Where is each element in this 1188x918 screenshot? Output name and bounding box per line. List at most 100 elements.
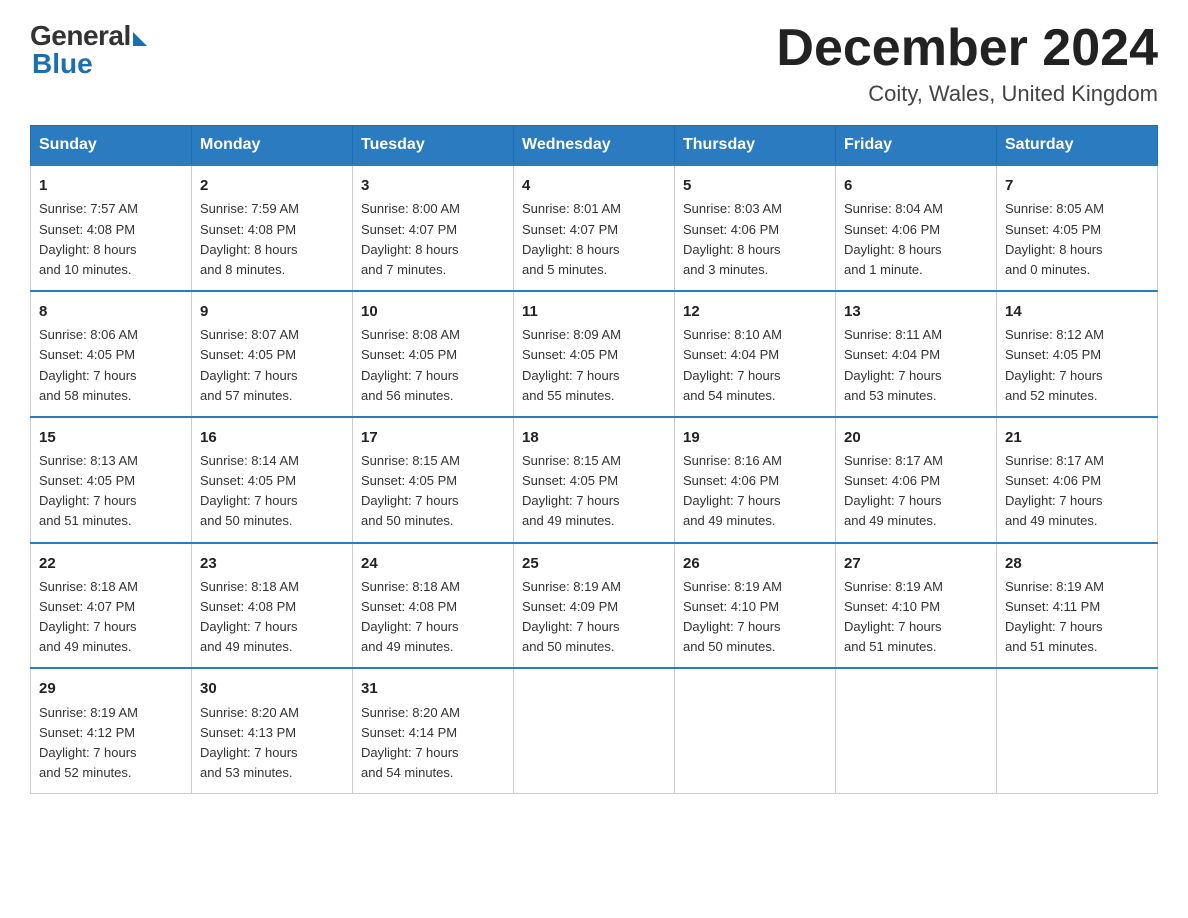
day-number: 9 [200, 300, 344, 323]
calendar-cell: 28Sunrise: 8:19 AMSunset: 4:11 PMDayligh… [997, 543, 1158, 669]
day-number: 13 [844, 300, 988, 323]
day-number: 7 [1005, 174, 1149, 197]
calendar-cell: 13Sunrise: 8:11 AMSunset: 4:04 PMDayligh… [836, 291, 997, 417]
day-info: Sunrise: 8:19 AMSunset: 4:11 PMDaylight:… [1005, 577, 1149, 658]
day-number: 23 [200, 552, 344, 575]
calendar-table: SundayMondayTuesdayWednesdayThursdayFrid… [30, 125, 1158, 794]
calendar-cell: 12Sunrise: 8:10 AMSunset: 4:04 PMDayligh… [675, 291, 836, 417]
day-number: 18 [522, 426, 666, 449]
calendar-cell [514, 668, 675, 793]
calendar-week-1: 1Sunrise: 7:57 AMSunset: 4:08 PMDaylight… [31, 165, 1158, 291]
day-number: 22 [39, 552, 183, 575]
header-cell-tuesday: Tuesday [353, 126, 514, 166]
calendar-cell: 23Sunrise: 8:18 AMSunset: 4:08 PMDayligh… [192, 543, 353, 669]
calendar-cell [675, 668, 836, 793]
day-number: 19 [683, 426, 827, 449]
calendar-cell: 7Sunrise: 8:05 AMSunset: 4:05 PMDaylight… [997, 165, 1158, 291]
day-info: Sunrise: 8:15 AMSunset: 4:05 PMDaylight:… [522, 451, 666, 532]
day-number: 15 [39, 426, 183, 449]
header-cell-wednesday: Wednesday [514, 126, 675, 166]
day-number: 4 [522, 174, 666, 197]
day-info: Sunrise: 8:18 AMSunset: 4:08 PMDaylight:… [361, 577, 505, 658]
calendar-cell: 29 Sunrise: 8:19 AMSunset: 4:12 PMDayligh… [31, 668, 192, 793]
page-header: General Blue December 2024 Coity, Wales,… [30, 20, 1158, 107]
day-number: 8 [39, 300, 183, 323]
month-title: December 2024 [776, 20, 1158, 77]
day-number: 27 [844, 552, 988, 575]
day-number: 31 [361, 677, 505, 700]
day-number: 6 [844, 174, 988, 197]
calendar-cell: 1Sunrise: 7:57 AMSunset: 4:08 PMDaylight… [31, 165, 192, 291]
calendar-cell: 31 Sunrise: 8:20 AMSunset: 4:14 PMDayligh… [353, 668, 514, 793]
day-number: 25 [522, 552, 666, 575]
header-cell-friday: Friday [836, 126, 997, 166]
day-info: Sunrise: 8:03 AMSunset: 4:06 PMDaylight:… [683, 199, 827, 280]
calendar-cell: 15Sunrise: 8:13 AMSunset: 4:05 PMDayligh… [31, 417, 192, 543]
day-info: Sunrise: 8:10 AMSunset: 4:04 PMDaylight:… [683, 325, 827, 406]
day-info: Sunrise: 8:08 AMSunset: 4:05 PMDaylight:… [361, 325, 505, 406]
day-number: 12 [683, 300, 827, 323]
calendar-cell: 25Sunrise: 8:19 AMSunset: 4:09 PMDayligh… [514, 543, 675, 669]
calendar-week-2: 8Sunrise: 8:06 AMSunset: 4:05 PMDaylight… [31, 291, 1158, 417]
calendar-cell: 4Sunrise: 8:01 AMSunset: 4:07 PMDaylight… [514, 165, 675, 291]
day-number: 28 [1005, 552, 1149, 575]
day-info: Sunrise: 8:19 AMSunset: 4:10 PMDaylight:… [683, 577, 827, 658]
day-info: Sunrise: 8:19 AMSunset: 4:12 PMDaylight:… [39, 703, 183, 784]
calendar-cell: 8Sunrise: 8:06 AMSunset: 4:05 PMDaylight… [31, 291, 192, 417]
day-info: Sunrise: 8:20 AMSunset: 4:14 PMDaylight:… [361, 703, 505, 784]
day-number: 3 [361, 174, 505, 197]
calendar-body: 1Sunrise: 7:57 AMSunset: 4:08 PMDaylight… [31, 165, 1158, 794]
calendar-cell: 24Sunrise: 8:18 AMSunset: 4:08 PMDayligh… [353, 543, 514, 669]
day-info: Sunrise: 8:18 AMSunset: 4:07 PMDaylight:… [39, 577, 183, 658]
day-number: 21 [1005, 426, 1149, 449]
day-number: 14 [1005, 300, 1149, 323]
day-info: Sunrise: 8:01 AMSunset: 4:07 PMDaylight:… [522, 199, 666, 280]
calendar-cell [836, 668, 997, 793]
day-info: Sunrise: 8:20 AMSunset: 4:13 PMDaylight:… [200, 703, 344, 784]
calendar-cell: 2Sunrise: 7:59 AMSunset: 4:08 PMDaylight… [192, 165, 353, 291]
header-cell-thursday: Thursday [675, 126, 836, 166]
day-info: Sunrise: 8:19 AMSunset: 4:09 PMDaylight:… [522, 577, 666, 658]
day-number: 2 [200, 174, 344, 197]
header-row: SundayMondayTuesdayWednesdayThursdayFrid… [31, 126, 1158, 166]
calendar-cell [997, 668, 1158, 793]
calendar-week-3: 15Sunrise: 8:13 AMSunset: 4:05 PMDayligh… [31, 417, 1158, 543]
calendar-cell: 10Sunrise: 8:08 AMSunset: 4:05 PMDayligh… [353, 291, 514, 417]
day-info: Sunrise: 8:15 AMSunset: 4:05 PMDaylight:… [361, 451, 505, 532]
day-number: 1 [39, 174, 183, 197]
day-number: 30 [200, 677, 344, 700]
calendar-cell: 3Sunrise: 8:00 AMSunset: 4:07 PMDaylight… [353, 165, 514, 291]
day-info: Sunrise: 8:04 AMSunset: 4:06 PMDaylight:… [844, 199, 988, 280]
day-info: Sunrise: 7:59 AMSunset: 4:08 PMDaylight:… [200, 199, 344, 280]
day-info: Sunrise: 8:17 AMSunset: 4:06 PMDaylight:… [844, 451, 988, 532]
calendar-cell: 6Sunrise: 8:04 AMSunset: 4:06 PMDaylight… [836, 165, 997, 291]
calendar-cell: 30 Sunrise: 8:20 AMSunset: 4:13 PMDayligh… [192, 668, 353, 793]
day-info: Sunrise: 8:16 AMSunset: 4:06 PMDaylight:… [683, 451, 827, 532]
calendar-cell: 26Sunrise: 8:19 AMSunset: 4:10 PMDayligh… [675, 543, 836, 669]
day-info: Sunrise: 8:12 AMSunset: 4:05 PMDaylight:… [1005, 325, 1149, 406]
day-info: Sunrise: 8:13 AMSunset: 4:05 PMDaylight:… [39, 451, 183, 532]
day-number: 26 [683, 552, 827, 575]
day-info: Sunrise: 7:57 AMSunset: 4:08 PMDaylight:… [39, 199, 183, 280]
day-number: 17 [361, 426, 505, 449]
calendar-cell: 9Sunrise: 8:07 AMSunset: 4:05 PMDaylight… [192, 291, 353, 417]
calendar-header: SundayMondayTuesdayWednesdayThursdayFrid… [31, 126, 1158, 166]
day-info: Sunrise: 8:00 AMSunset: 4:07 PMDaylight:… [361, 199, 505, 280]
day-number: 10 [361, 300, 505, 323]
calendar-cell: 5Sunrise: 8:03 AMSunset: 4:06 PMDaylight… [675, 165, 836, 291]
day-number: 16 [200, 426, 344, 449]
day-info: Sunrise: 8:06 AMSunset: 4:05 PMDaylight:… [39, 325, 183, 406]
calendar-cell: 21Sunrise: 8:17 AMSunset: 4:06 PMDayligh… [997, 417, 1158, 543]
day-info: Sunrise: 8:05 AMSunset: 4:05 PMDaylight:… [1005, 199, 1149, 280]
day-info: Sunrise: 8:14 AMSunset: 4:05 PMDaylight:… [200, 451, 344, 532]
calendar-week-5: 29 Sunrise: 8:19 AMSunset: 4:12 PMDayligh… [31, 668, 1158, 793]
calendar-cell: 20Sunrise: 8:17 AMSunset: 4:06 PMDayligh… [836, 417, 997, 543]
day-number: 29 [39, 677, 183, 700]
calendar-week-4: 22Sunrise: 8:18 AMSunset: 4:07 PMDayligh… [31, 543, 1158, 669]
header-cell-sunday: Sunday [31, 126, 192, 166]
day-number: 20 [844, 426, 988, 449]
logo-blue-text: Blue [32, 48, 93, 80]
calendar-cell: 16Sunrise: 8:14 AMSunset: 4:05 PMDayligh… [192, 417, 353, 543]
day-info: Sunrise: 8:19 AMSunset: 4:10 PMDaylight:… [844, 577, 988, 658]
calendar-cell: 18Sunrise: 8:15 AMSunset: 4:05 PMDayligh… [514, 417, 675, 543]
